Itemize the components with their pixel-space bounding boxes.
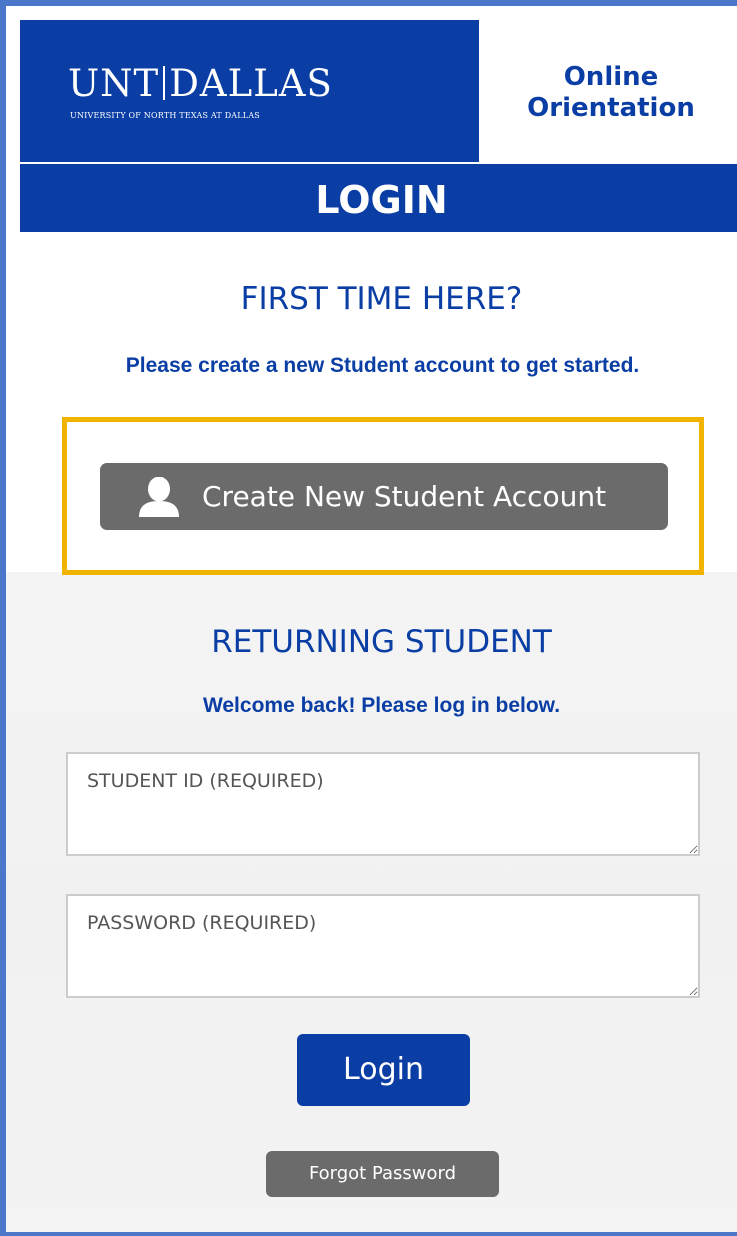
forgot-password-button[interactable]: Forgot Password: [266, 1151, 499, 1197]
student-id-field[interactable]: [66, 752, 700, 856]
orientation-title: Online Orientation: [479, 62, 737, 124]
page-frame: UNT DALLAS UNIVERSITY OF NORTH TEXAS AT D…: [0, 0, 737, 1236]
logo-subtitle: UNIVERSITY OF NORTH TEXAS AT DALLAS: [70, 111, 260, 120]
login-button[interactable]: Login: [297, 1034, 470, 1106]
create-account-label: Create New Student Account: [202, 480, 607, 513]
orientation-line-2: Orientation: [527, 93, 695, 123]
first-time-heading: FIRST TIME HERE?: [240, 281, 523, 317]
orientation-line-1: Online: [563, 62, 659, 92]
logo-panel: UNT DALLAS UNIVERSITY OF NORTH TEXAS AT D…: [20, 20, 479, 162]
returning-message: Welcome back! Please log in below.: [202, 694, 561, 717]
password-field[interactable]: [66, 894, 700, 998]
login-title-bar: LOGIN: [20, 164, 737, 232]
person-icon: [139, 477, 179, 517]
logo-text-left: UNT: [68, 62, 160, 105]
logo-text-right: DALLAS: [169, 62, 333, 105]
returning-heading: RETURNING STUDENT: [211, 624, 552, 660]
first-time-message: Please create a new Student account to g…: [125, 354, 640, 377]
create-account-button[interactable]: Create New Student Account: [100, 463, 668, 530]
orientation-panel: Online Orientation: [479, 20, 737, 162]
logo-divider: [163, 66, 166, 100]
unt-dallas-logo: UNT DALLAS: [68, 64, 333, 104]
